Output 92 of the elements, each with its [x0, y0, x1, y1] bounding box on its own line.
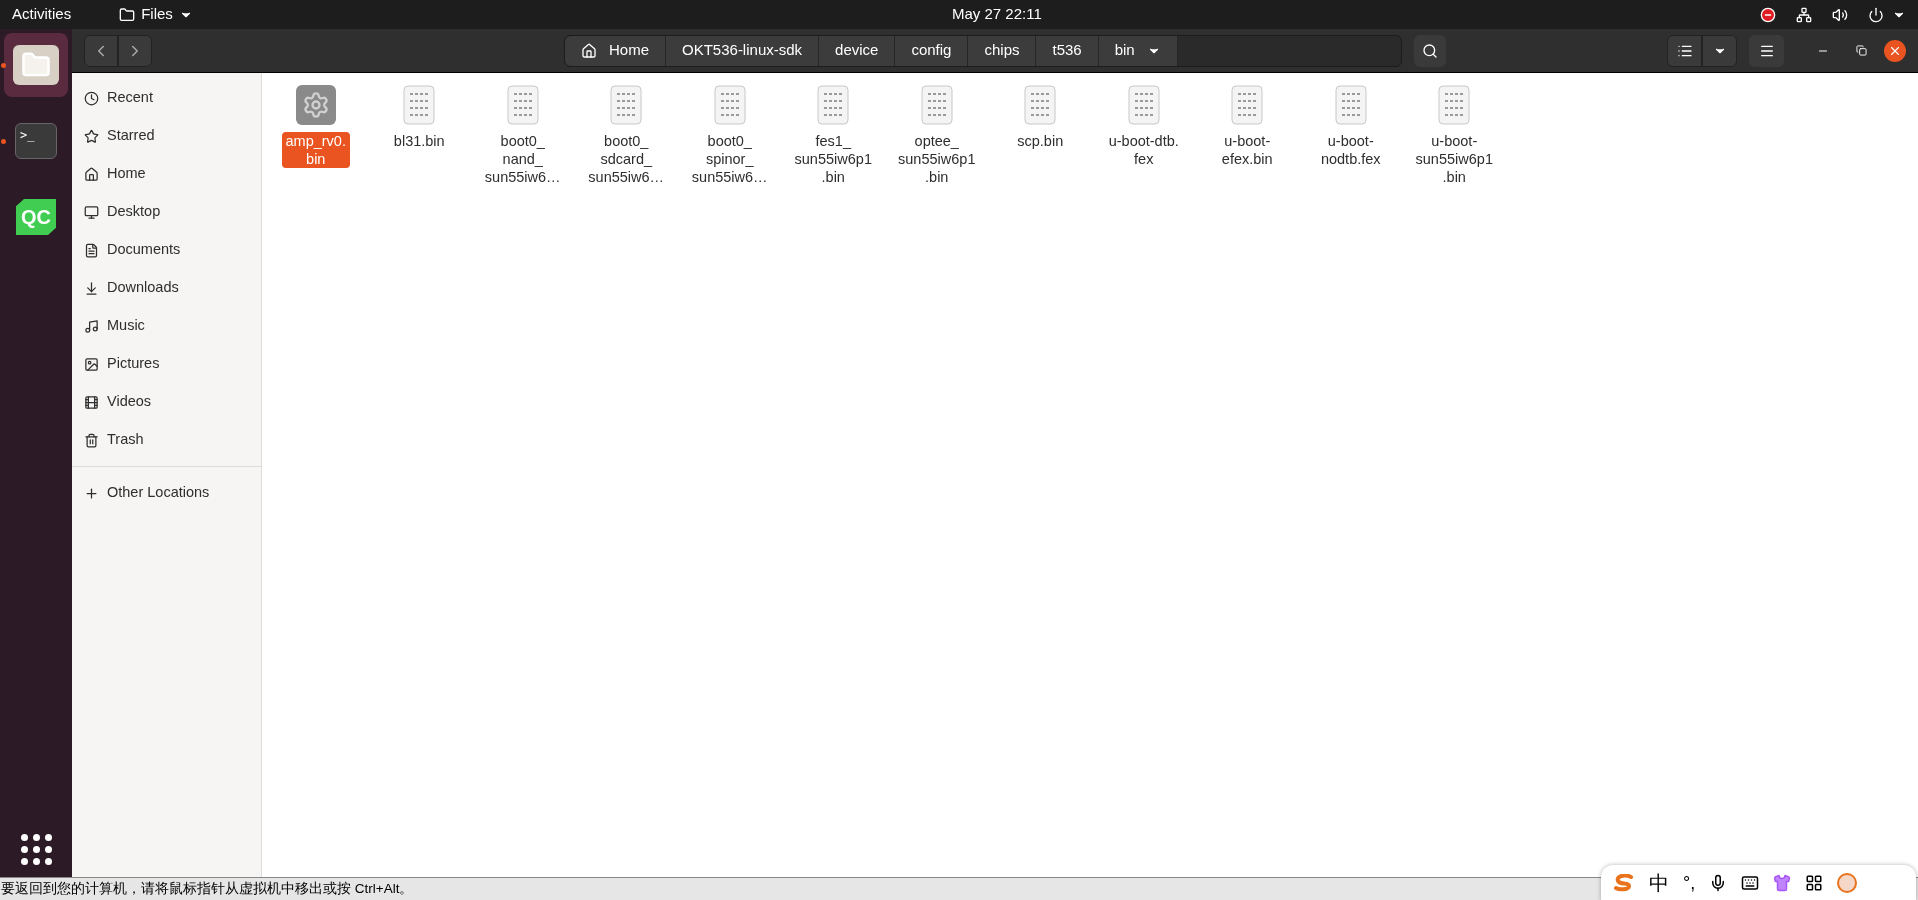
file-name: u-boot- sun55iw6p1 .bin: [1414, 132, 1494, 186]
close-button[interactable]: [1884, 39, 1906, 62]
sidebar-item[interactable]: Pictures: [72, 345, 261, 383]
app-grid-icon[interactable]: [20, 834, 52, 865]
file-name: bl31.bin: [392, 132, 446, 150]
dock-item[interactable]: >_: [4, 109, 68, 173]
sidebar-item[interactable]: Starred: [72, 117, 261, 155]
path-segment[interactable]: Home: [565, 35, 666, 66]
file-item[interactable]: boot0_ sdcard_ sun55iw6…: [574, 83, 678, 186]
file-name: boot0_ spinor_ sun55iw6…: [690, 132, 769, 186]
film-icon: [84, 394, 99, 410]
document-icon: [84, 242, 99, 258]
file-item[interactable]: amp_rv0. bin: [264, 83, 368, 168]
file-item[interactable]: bl31.bin: [367, 83, 471, 150]
sidebar-item[interactable]: Trash: [72, 421, 261, 459]
binary-file-icon: [1127, 85, 1160, 125]
star-icon: [84, 128, 99, 144]
volume-icon[interactable]: [1832, 6, 1848, 23]
search-button[interactable]: [1414, 34, 1446, 67]
file-name: boot0_ sdcard_ sun55iw6…: [587, 132, 666, 186]
binary-file-icon: [817, 85, 850, 125]
terminal-app-icon[interactable]: >_: [15, 123, 57, 159]
sidebar-item[interactable]: Desktop: [72, 193, 261, 231]
power-icon[interactable]: [1868, 6, 1884, 23]
binary-file-icon: [1231, 85, 1264, 125]
file-name: amp_rv0. bin: [281, 132, 350, 168]
file-name: u-boot- efex.bin: [1220, 132, 1274, 168]
list-view-button[interactable]: [1667, 34, 1702, 67]
home-icon: [84, 166, 99, 182]
binary-file-icon: [610, 85, 643, 125]
network-icon[interactable]: [1796, 6, 1812, 23]
file-name: scp.bin: [1016, 132, 1065, 150]
app-menu[interactable]: Files: [119, 3, 193, 26]
keyboard-icon[interactable]: [1741, 874, 1760, 892]
file-item[interactable]: optee_ sun55iw6p1 .bin: [885, 83, 989, 186]
file-name: u-boot-dtb. fex: [1107, 132, 1180, 168]
search-icon: [1422, 42, 1438, 59]
file-name: optee_ sun55iw6p1 .bin: [897, 132, 977, 186]
path-segment[interactable]: config: [895, 35, 969, 66]
shirt-icon[interactable]: [1773, 874, 1792, 892]
trash-icon: [84, 432, 99, 448]
sidebar-item[interactable]: Videos: [72, 383, 261, 421]
file-item[interactable]: u-boot- nodtb.fex: [1299, 83, 1403, 168]
plus-icon: [84, 485, 99, 501]
path-segment[interactable]: t536: [1036, 35, 1099, 66]
binary-file-icon: [506, 85, 539, 125]
file-name: boot0_ nand_ sun55iw6…: [483, 132, 562, 186]
activities-button[interactable]: Activities: [12, 3, 72, 26]
binary-file-icon: [713, 85, 746, 125]
download-icon: [84, 280, 99, 296]
file-name: u-boot- nodtb.fex: [1319, 132, 1382, 168]
file-item[interactable]: u-boot- efex.bin: [1195, 83, 1299, 168]
file-name: fes1_ sun55iw6p1 .bin: [793, 132, 873, 186]
do-not-disturb-icon[interactable]: [1760, 6, 1776, 23]
home-icon: [581, 42, 597, 59]
file-item[interactable]: u-boot- sun55iw6p1 .bin: [1402, 83, 1506, 186]
binary-file-icon: [920, 85, 953, 125]
clock-icon: [84, 90, 99, 106]
menu-button[interactable]: [1749, 34, 1784, 67]
file-item[interactable]: boot0_ spinor_ sun55iw6…: [678, 83, 782, 186]
binary-file-icon: [1438, 85, 1471, 125]
file-item[interactable]: fes1_ sun55iw6p1 .bin: [781, 83, 885, 186]
sidebar-item[interactable]: Downloads: [72, 269, 261, 307]
file-item[interactable]: boot0_ nand_ sun55iw6…: [471, 83, 575, 186]
input-mode[interactable]: 中: [1649, 873, 1669, 893]
folder-icon: [119, 6, 136, 23]
restore-icon: [1855, 45, 1867, 56]
grid-icon[interactable]: [1805, 874, 1824, 892]
sidebar-item[interactable]: Music: [72, 307, 261, 345]
clock[interactable]: May 27 22:11: [952, 3, 1042, 26]
music-note-icon: [84, 318, 99, 334]
binary-file-icon: [403, 85, 436, 125]
sidebar-item[interactable]: Documents: [72, 231, 261, 269]
mascot-icon[interactable]: [1837, 873, 1858, 893]
sidebar-item[interactable]: Recent: [72, 79, 261, 117]
sidebar-item[interactable]: Home: [72, 155, 261, 193]
sidebar-item[interactable]: Other Locations: [72, 474, 261, 512]
input-method-logo-icon[interactable]: [1613, 874, 1635, 892]
binary-file-icon: [1024, 85, 1057, 125]
punctuation-toggle[interactable]: °,: [1683, 874, 1696, 892]
path-segment[interactable]: chips: [968, 35, 1037, 66]
path-segment[interactable]: device: [819, 35, 896, 66]
path-segment[interactable]: OKT536-linux-sdk: [666, 35, 820, 66]
vm-status-text: 要返回到您的计算机，请将鼠标指针从虚拟机中移出或按 Ctrl+Alt。: [0, 879, 414, 898]
gear-file-icon: [295, 85, 336, 125]
binary-file-icon: [1334, 85, 1367, 125]
file-item[interactable]: u-boot-dtb. fex: [1092, 83, 1196, 168]
path-segment[interactable]: bin: [1098, 35, 1178, 66]
file-item[interactable]: scp.bin: [988, 83, 1092, 150]
image-icon: [84, 356, 99, 372]
monitor-icon: [84, 204, 99, 220]
dock-item[interactable]: [4, 33, 68, 97]
